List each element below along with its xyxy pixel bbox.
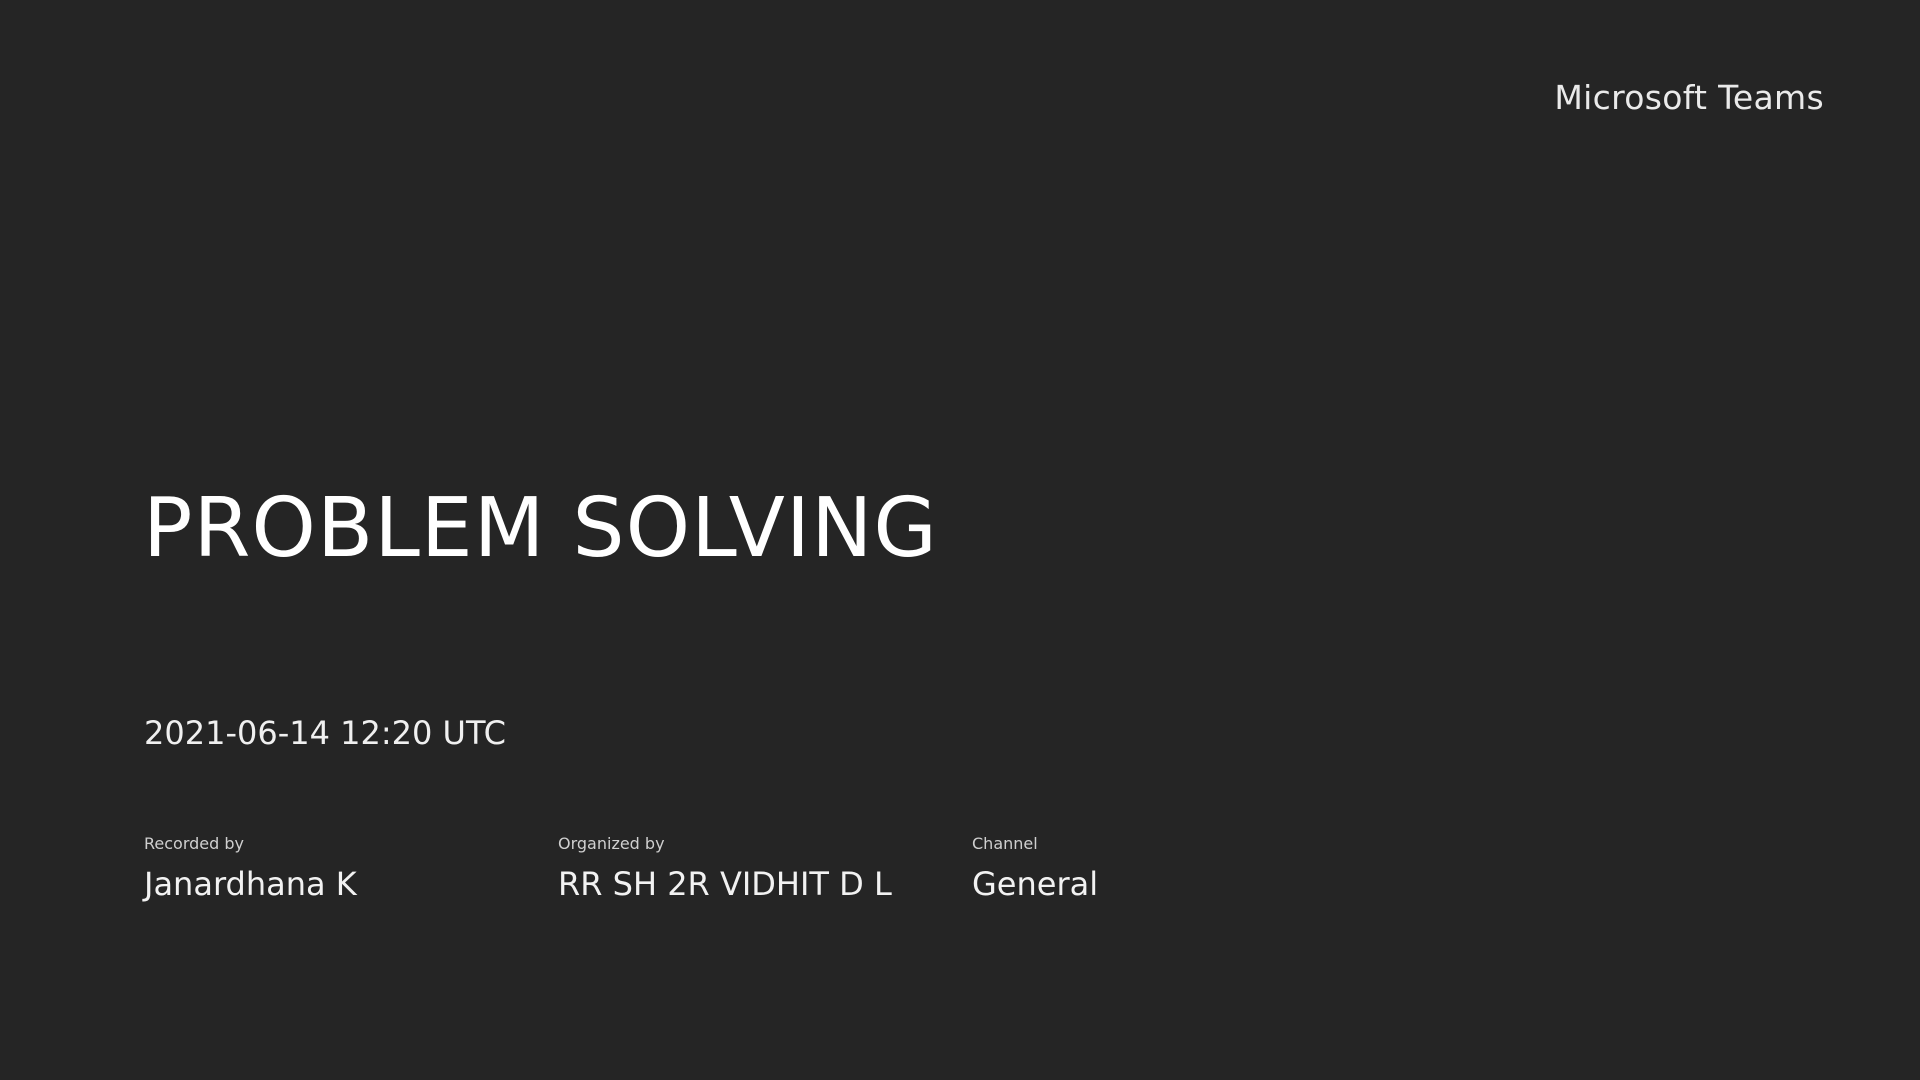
app-brand-label: Microsoft Teams <box>1554 78 1824 117</box>
channel-value: General <box>972 865 1099 904</box>
recorded-by-value: Janardhana K <box>144 865 357 904</box>
organized-by-section: Organized by RR SH 2R VIDHIT D L <box>558 834 938 904</box>
recorded-by-label: Recorded by <box>144 834 244 853</box>
meeting-title: PROBLEM SOLVING <box>143 481 938 576</box>
channel-label: Channel <box>972 834 1038 853</box>
recorded-by-section: Recorded by Janardhana K <box>144 834 524 904</box>
organized-by-value: RR SH 2R VIDHIT D L <box>558 865 892 904</box>
organized-by-label: Organized by <box>558 834 665 853</box>
channel-section: Channel General <box>972 834 1352 904</box>
meeting-datetime: 2021-06-14 12:20 UTC <box>144 714 506 752</box>
recording-title-card: Microsoft Teams PROBLEM SOLVING 2021-06-… <box>0 0 1920 1080</box>
